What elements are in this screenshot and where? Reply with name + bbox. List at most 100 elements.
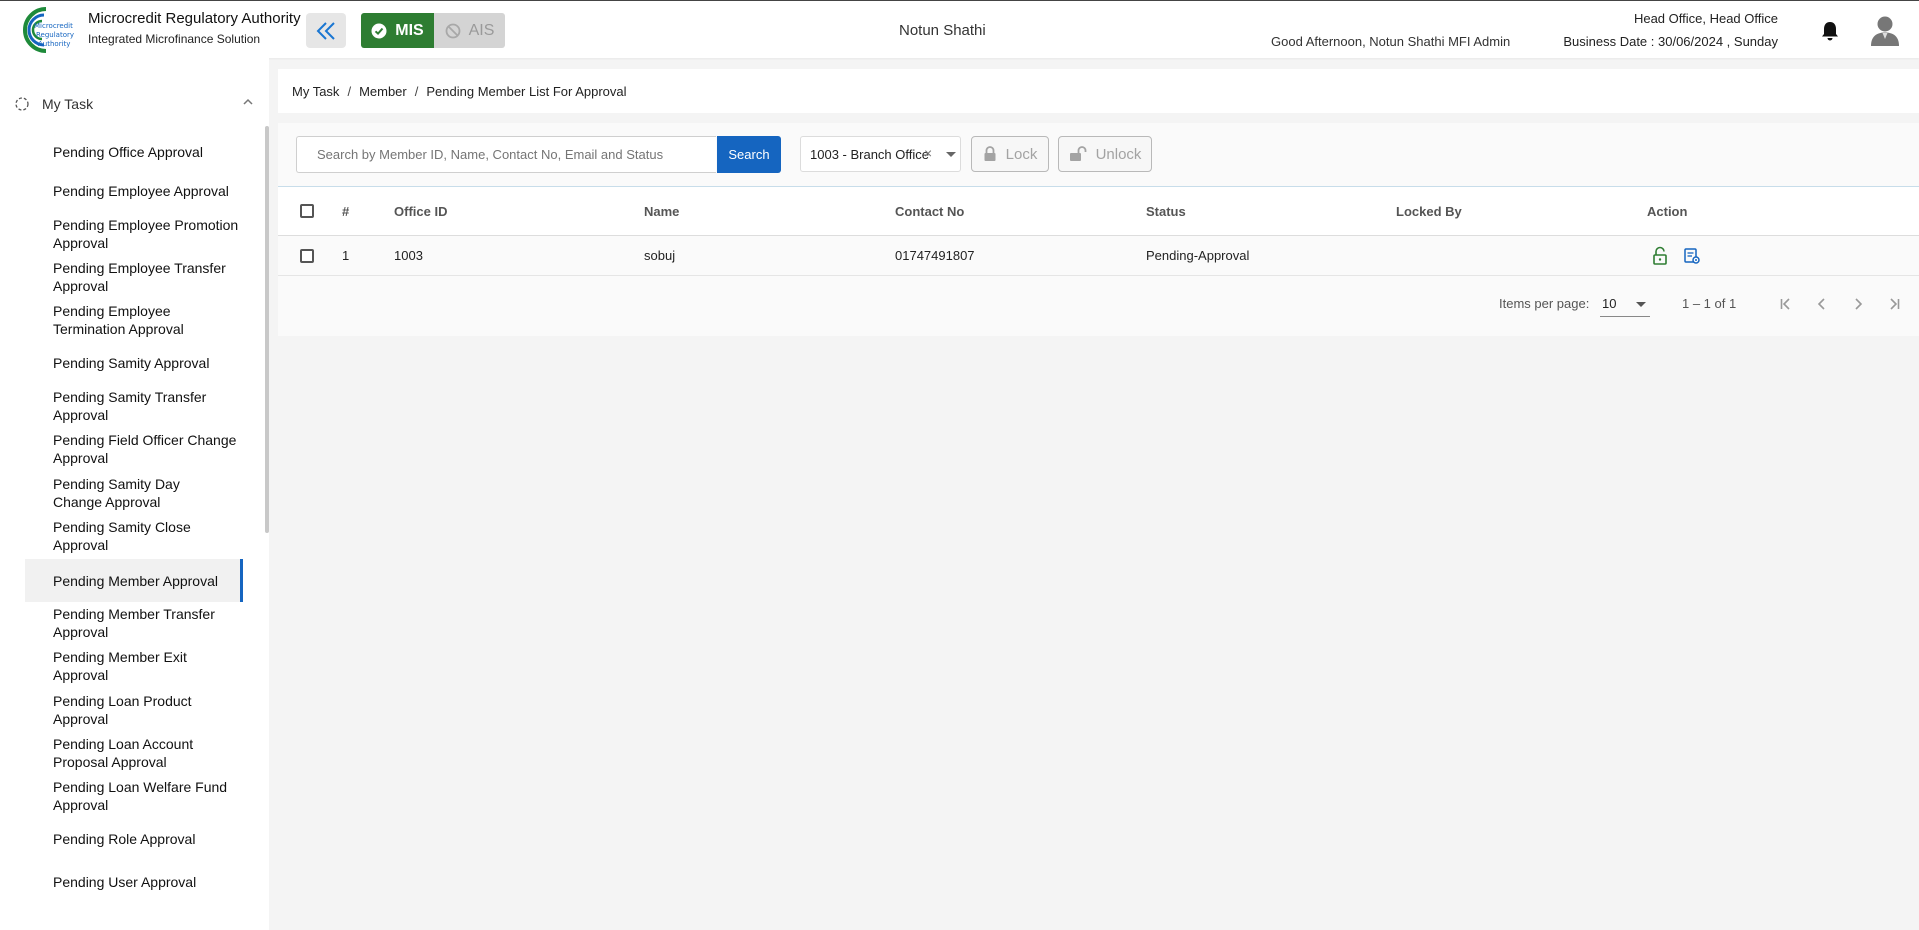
select-all-checkbox[interactable]	[300, 204, 314, 218]
breadcrumb-separator: /	[347, 83, 352, 99]
member-approval-panel: Search 1003 - Branch Office × Lock Unloc…	[278, 123, 1919, 336]
sidebar-item-pending-field-officer-change-approval[interactable]: Pending Field Officer Change Approval	[25, 429, 243, 469]
column-header-index: #	[342, 203, 350, 219]
breadcrumb-item-current: Pending Member List For Approval	[426, 83, 627, 99]
search-input[interactable]	[296, 136, 716, 173]
last-page-button[interactable]	[1880, 290, 1908, 318]
lock-label: Lock	[1005, 145, 1038, 163]
unlock-icon[interactable]	[1650, 246, 1670, 266]
office-select-value: 1003 - Branch Office	[810, 146, 929, 162]
unlock-label: Unlock	[1095, 145, 1142, 163]
bell-icon[interactable]	[1820, 20, 1840, 42]
sidebar-item-pending-member-approval[interactable]: Pending Member Approval	[25, 559, 243, 602]
view-details-icon[interactable]	[1682, 246, 1702, 266]
svg-text:Regulatory: Regulatory	[36, 31, 74, 39]
office-select[interactable]: 1003 - Branch Office ×	[800, 136, 961, 172]
column-header-status[interactable]: Status	[1146, 187, 1186, 235]
brand-subtitle: Integrated Microfinance Solution	[88, 32, 261, 46]
chevron-right-icon	[1855, 298, 1863, 310]
ais-label: AIS	[468, 21, 495, 39]
breadcrumb: My Task / Member / Pending Member List F…	[278, 69, 1919, 113]
select-all-cell	[300, 187, 314, 235]
previous-page-button[interactable]	[1808, 290, 1836, 318]
clear-icon[interactable]: ×	[924, 145, 932, 161]
sidebar-item-pending-loan-product-approval[interactable]: Pending Loan Product Approval	[25, 690, 243, 730]
items-per-page-select[interactable]: 10	[1600, 291, 1650, 317]
breadcrumb-item-member[interactable]: Member	[359, 84, 407, 99]
first-page-button[interactable]	[1772, 290, 1800, 318]
sidebar: ​ My Task Pending Office Approval Pendin…	[0, 58, 269, 930]
organization-name: Notun Shathi	[899, 22, 986, 39]
search-button[interactable]: Search	[717, 136, 781, 173]
block-icon	[445, 23, 460, 38]
cell-office-id: 1003	[394, 248, 423, 263]
caret-down-icon[interactable]	[946, 152, 956, 157]
caret-down-icon	[1636, 302, 1646, 307]
sidebar-section-my-task[interactable]: My Task	[14, 93, 254, 115]
items-per-page-label: Items per page:	[1499, 296, 1590, 311]
column-header-action: Action	[1647, 203, 1688, 219]
column-header-locked-by[interactable]: Locked By	[1396, 187, 1462, 235]
sidebar-item-pending-employee-transfer-approval[interactable]: Pending Employee Transfer Approval	[25, 257, 243, 297]
lock-icon	[984, 146, 996, 161]
sidebar-item-pending-employee-approval[interactable]: Pending Employee Approval	[25, 171, 235, 211]
sidebar-item-pending-role-approval[interactable]: Pending Role Approval	[25, 823, 243, 855]
sidebar-item-pending-samity-transfer-approval[interactable]: Pending Samity Transfer Approval	[25, 386, 243, 426]
unlock-icon	[1069, 146, 1086, 161]
first-page-icon	[1780, 298, 1790, 310]
mis-toggle-button[interactable]: MIS	[361, 13, 434, 48]
row-select-cell	[300, 236, 314, 275]
sidebar-item-pending-loan-account-proposal-approval[interactable]: Pending Loan Account Proposal Approval	[25, 733, 243, 773]
sidebar-item-pending-loan-welfare-fund-approval[interactable]: Pending Loan Welfare Fund Approval	[25, 776, 243, 816]
breadcrumb-item-my-task[interactable]: My Task	[292, 84, 339, 99]
collapse-sidebar-button[interactable]	[306, 13, 346, 48]
ais-toggle-button[interactable]: AIS	[434, 13, 505, 48]
member-table: # Office ID Name Contact No Status Locke…	[278, 186, 1919, 276]
mra-logo: Microcredit Regulatory Authority	[23, 7, 74, 53]
column-header-office-id[interactable]: Office ID	[394, 187, 447, 235]
lock-button[interactable]: Lock	[971, 136, 1049, 172]
sidebar-item-pending-member-transfer-approval[interactable]: Pending Member Transfer Approval	[25, 603, 243, 643]
next-page-button[interactable]	[1844, 290, 1872, 318]
cell-status: Pending-Approval	[1146, 248, 1250, 263]
column-header-name[interactable]: Name	[644, 187, 679, 235]
table-header: # Office ID Name Contact No Status Locke…	[278, 186, 1919, 236]
column-header-contact-no[interactable]: Contact No	[895, 187, 964, 235]
top-header: Microcredit Regulatory Authority Microcr…	[0, 0, 1919, 58]
cell-index: 1	[342, 248, 350, 263]
paginator: Items per page: 10 1 – 1 of 1	[278, 276, 1919, 336]
current-office: Head Office, Head Office	[1633, 11, 1778, 26]
sidebar-item-pending-office-approval[interactable]: Pending Office Approval	[25, 136, 243, 168]
dashed-circle-icon	[15, 97, 29, 111]
cell-name: sobuj	[644, 248, 676, 263]
sidebar-item-pending-employee-promotion-approval[interactable]: Pending Employee Promotion Approval	[25, 214, 243, 254]
check-circle-icon	[371, 23, 387, 38]
last-page-icon	[1890, 298, 1900, 310]
sidebar-item-pending-samity-close-approval[interactable]: Pending Samity Close Approval	[25, 516, 243, 556]
row-checkbox[interactable]	[300, 248, 314, 263]
sidebar-scrollbar[interactable]	[265, 126, 269, 533]
toolbar: Search 1003 - Branch Office × Lock Unloc…	[278, 123, 1919, 186]
sidebar-item-pending-samity-approval[interactable]: Pending Samity Approval	[25, 347, 243, 379]
greeting-text: Good Afternoon, Notun Shathi MFI Admin	[1271, 34, 1511, 49]
sidebar-section-label: My Task	[42, 96, 94, 112]
chevron-up-icon	[243, 98, 253, 105]
table-row[interactable]: 1 1003 sobuj 01747491807 Pending-Approva…	[278, 236, 1919, 276]
brand-title: Microcredit Regulatory Authority	[88, 10, 301, 27]
business-date: Business Date : 30/06/2024 , Sunday	[1563, 34, 1778, 49]
sidebar-item-pending-user-approval[interactable]: Pending User Approval	[25, 866, 243, 898]
mis-label: MIS	[395, 21, 424, 39]
sidebar-item-pending-employee-termination-approval[interactable]: Pending Employee Termination Approval	[25, 300, 243, 340]
svg-text:Authority: Authority	[38, 40, 70, 48]
double-chevron-left-icon	[316, 21, 335, 40]
chevron-left-icon	[1817, 298, 1825, 310]
unlock-button[interactable]: Unlock	[1058, 136, 1152, 172]
svg-text:Microcredit: Microcredit	[34, 22, 73, 30]
sidebar-item-pending-samity-day-change-approval[interactable]: Pending Samity Day Change Approval	[25, 473, 225, 513]
sidebar-item-pending-member-exit-approval[interactable]: Pending Member Exit Approval	[25, 646, 243, 686]
items-per-page-value: 10	[1602, 296, 1617, 311]
cell-action	[1650, 236, 1702, 275]
page-range: 1 – 1 of 1	[1682, 296, 1737, 311]
breadcrumb-separator: /	[414, 83, 419, 99]
user-avatar[interactable]	[1867, 12, 1903, 48]
